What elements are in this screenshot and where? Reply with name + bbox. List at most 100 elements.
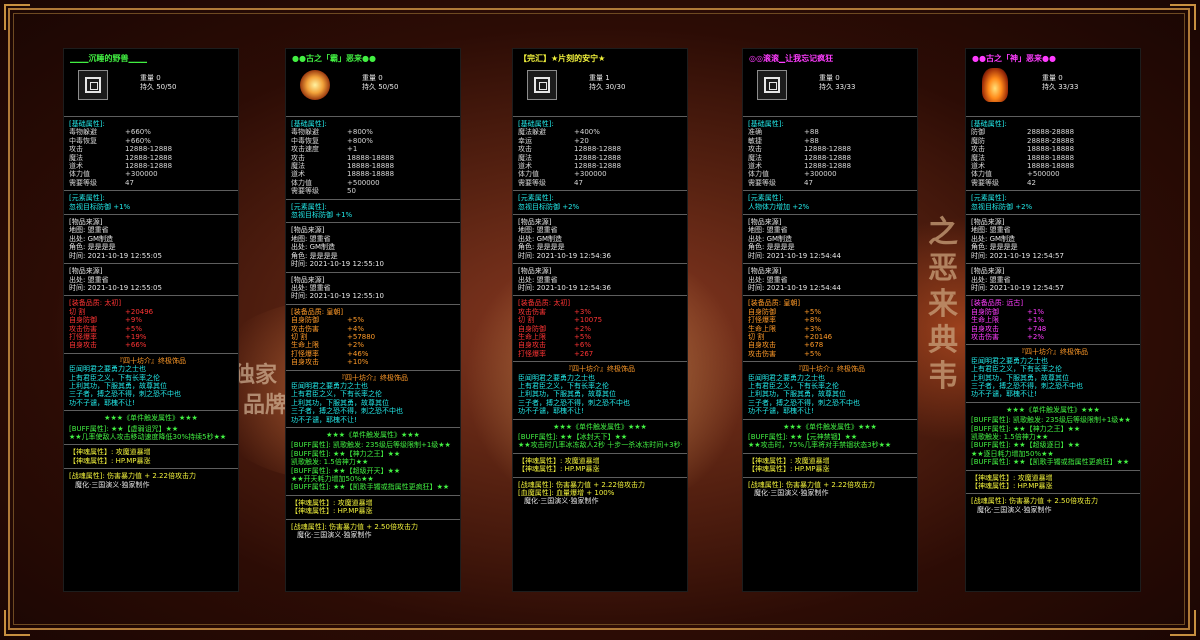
set-description: 『四十坊介』终极饰品 臣闻明君之要勇力之士也 上有君臣之义，下有长率之伦 上利其功，下… xyxy=(966,344,1140,401)
quality-header: [装备品质: 太初] xyxy=(518,299,571,308)
item-tooltip-card[interactable]: ▁▁▁沉睡的野兽▁▁▁ 重量 0 持久 50/50 [基础属性]: 毒物躲避 +660% 中… xyxy=(63,48,239,592)
attribute-row: 攻击 18888-18888 xyxy=(971,145,1135,153)
item-source-2: [物品来源] 出处: 盟重省 时间: 2021-10-19 12:54:44 xyxy=(743,263,917,295)
buff-line: [BUFF属性]: ★★【神力之王】★★ xyxy=(971,424,1081,433)
attribute-key: 幸运 xyxy=(518,136,532,145)
footer-credit: 魔化·三国演义·独家制作 xyxy=(524,497,599,506)
base-header: [基础属性]: xyxy=(748,120,784,128)
attribute-key: 攻击 xyxy=(971,145,985,154)
quality-row: 打怪爆率 +46% xyxy=(291,350,455,358)
item-source: [物品来源] 地图: 盟重省 出处: GM制造 角色: 是是是是 时间: 2021-10… xyxy=(966,214,1140,263)
quality-row: 攻击伤害 +3% xyxy=(518,308,682,316)
source2-header: [物品来源] xyxy=(69,267,103,276)
quality-row: 生命上限 +3% xyxy=(748,325,912,333)
set-description: 『四十坊介』终极饰品 臣闻明君之要勇力之士也 上有君臣之义，下有长率之伦 上利其功，下… xyxy=(513,361,687,418)
quality-row: 自身防御 +9% xyxy=(69,316,233,324)
source-line: 时间: 2021-10-19 12:54:57 xyxy=(971,251,1064,260)
item-tooltip-card[interactable]: ●●古之「神」恶来●● 重量 0 持久 33/33 [基础属性]: 防御 28888-28… xyxy=(965,48,1141,592)
attribute-row: 魔法 18888-18888 xyxy=(291,162,455,170)
attribute-row: 准确 +88 xyxy=(748,128,912,136)
attribute-row: 体力值 +300000 xyxy=(748,170,912,178)
equipment-quality: [装备品质: 远古] 自身防御 +1% 生命上限 +1% 自身攻击 +748 攻击伤害 +2% xyxy=(966,295,1140,344)
quality-value: +5% xyxy=(347,316,364,325)
quality-value: +1% xyxy=(1027,307,1044,316)
battle-soul: [战魂属性]: 伤害暴力值 + 2.22倍攻击力 魔化·三国演义·独家制作 xyxy=(64,468,238,492)
buff-line: [BUFF属性]: ★★【凯歌手镯或指属性更疯狂】★★ xyxy=(971,458,1130,467)
set-line: 三子者，搏之恐不得，刺之恐不中也 xyxy=(748,398,860,407)
attribute-value: 18888-18888 xyxy=(347,170,395,179)
attribute-key: 攻击 xyxy=(518,145,532,154)
attribute-row: 攻击 12888-12888 xyxy=(69,145,233,153)
attribute-key: 体力值 xyxy=(971,170,992,179)
attribute-value: 28888-28888 xyxy=(1027,128,1075,137)
source-line: 时间: 2021-10-19 12:54:36 xyxy=(518,251,611,260)
quality-key: 攻击伤害 xyxy=(971,332,999,341)
quality-value: +5% xyxy=(804,349,821,358)
source-line: 出处: GM制造 xyxy=(971,234,1016,243)
source-header: [物品来源] xyxy=(291,226,325,235)
item-durability: 持久 33/33 xyxy=(819,83,856,91)
item-source-2: [物品来源] 出处: 盟重省 时间: 2021-10-19 12:54:36 xyxy=(513,263,687,295)
weight-durability: 重量 1 持久 30/30 xyxy=(589,74,625,92)
attribute-key: 道术 xyxy=(291,170,305,179)
item-header: 重量 0 持久 50/50 xyxy=(286,64,460,116)
attribute-key: 准确 xyxy=(748,128,762,137)
item-tooltip-card[interactable]: 【完汇】★片刻的安宁★ 重量 1 持久 30/30 [基础属性]: 魔法躲避 +400% 幸… xyxy=(512,48,688,592)
footer-credit: 魔化·三国演义·独家制作 xyxy=(754,489,829,498)
battle-soul: [战魂属性]: 伤害暴力值 + 2.22倍攻击力 [血魔属性]: 血量爆增 + 1… xyxy=(513,476,687,509)
set-line: 上利其功，下服其勇，故尊其位 xyxy=(518,390,616,399)
buff-line: [BUFF属性]: ★★【元神禁锢】★★ xyxy=(748,433,858,441)
item-source-2: [物品来源] 出处: 盟重省 时间: 2021-10-19 12:55:05 xyxy=(64,263,238,295)
attribute-key: 攻击速度 xyxy=(291,145,319,154)
attribute-row: 需要等级 42 xyxy=(971,179,1135,187)
attribute-row: 需要等级 47 xyxy=(748,179,912,187)
quality-key: 自身防御 xyxy=(748,307,776,316)
item-title: ◎◎滚滚▁让我忘记疯狂 xyxy=(749,54,834,63)
battle-line: [战魂属性]: 伤害暴力值 + 2.22倍攻击力 xyxy=(518,480,645,489)
attribute-key: 攻击 xyxy=(69,145,83,154)
item-source: [物品来源] 地图: 盟重省 出处: GM制造 角色: 是是是是 时间: 2021-10… xyxy=(64,214,238,263)
quality-key: 攻击伤害 xyxy=(69,324,97,333)
quality-key: 自身防御 xyxy=(971,307,999,316)
quality-value: +1% xyxy=(1027,316,1044,325)
element-attributes: [元素属性]: 忽视目标防御 +1% xyxy=(64,190,238,214)
weight-durability: 重量 0 持久 33/33 xyxy=(1042,74,1078,92)
attribute-row: 敏捷 +88 xyxy=(748,137,912,145)
footer-credit: 魔化·三国演义·独家制作 xyxy=(977,505,1052,514)
attribute-row: 体力值 +500000 xyxy=(291,179,455,187)
quality-row: 自身攻击 +6% xyxy=(518,341,682,349)
item-tooltip-card[interactable]: ●●古之「霸」恶来●● 重量 0 持久 50/50 [基础属性]: 毒物躲避 +800% 中… xyxy=(285,48,461,592)
quality-value: +57880 xyxy=(347,332,376,341)
attribute-key: 魔法 xyxy=(69,153,83,162)
rune-icon xyxy=(527,70,557,100)
quality-value: +46% xyxy=(347,349,369,358)
soul-line: 【神魂属性】: HP.MP暴涨 xyxy=(291,507,373,516)
attribute-row: 魔法 12888-12888 xyxy=(518,154,682,162)
attribute-key: 魔法 xyxy=(748,153,762,162)
quality-row: 自身攻击 +748 xyxy=(971,325,1135,333)
source-line: 角色: 是是是是 xyxy=(748,243,795,252)
attribute-row: 攻击 12888-12888 xyxy=(518,145,682,153)
set-line: 臣闻明君之要勇力之士也 xyxy=(518,373,595,382)
item-weight: 重量 0 xyxy=(362,74,383,82)
item-title: ▁▁▁沉睡的野兽▁▁▁ xyxy=(70,54,147,63)
quality-key: 自身攻击 xyxy=(69,341,97,350)
base-attributes: [基础属性]: 防御 28888-28888 魔防 28888-28888 攻击 18888… xyxy=(966,116,1140,190)
soul-line: 【神魂属性】: 攻魔道暴增 xyxy=(518,456,600,465)
item-weight: 重量 1 xyxy=(589,74,610,82)
source-line: 角色: 是是是是 xyxy=(971,243,1018,252)
attribute-row: 攻击 12888-12888 xyxy=(748,145,912,153)
set-title: 『四十坊介』终极饰品 xyxy=(565,365,635,374)
corner-ornament-br xyxy=(1170,610,1196,636)
attribute-key: 攻击 xyxy=(748,145,762,154)
set-line: 功不子谴，耶槐不让! xyxy=(291,415,357,424)
attribute-row: 毒物躲避 +800% xyxy=(291,128,455,136)
quality-value: +10% xyxy=(347,358,369,367)
buff-title: ★★★《单件触发属性》★★★ xyxy=(1006,405,1100,414)
quality-row: 生命上限 +2% xyxy=(291,341,455,349)
quality-key: 自身攻击 xyxy=(971,324,999,333)
item-tooltip-card[interactable]: ◎◎滚滚▁让我忘记疯狂 重量 0 持久 33/33 [基础属性]: 准确 +88 敏捷 +88… xyxy=(742,48,918,592)
attribute-value: +660% xyxy=(125,136,151,145)
quality-value: +8% xyxy=(804,316,821,325)
attribute-row: 体力值 +500000 xyxy=(971,170,1135,178)
